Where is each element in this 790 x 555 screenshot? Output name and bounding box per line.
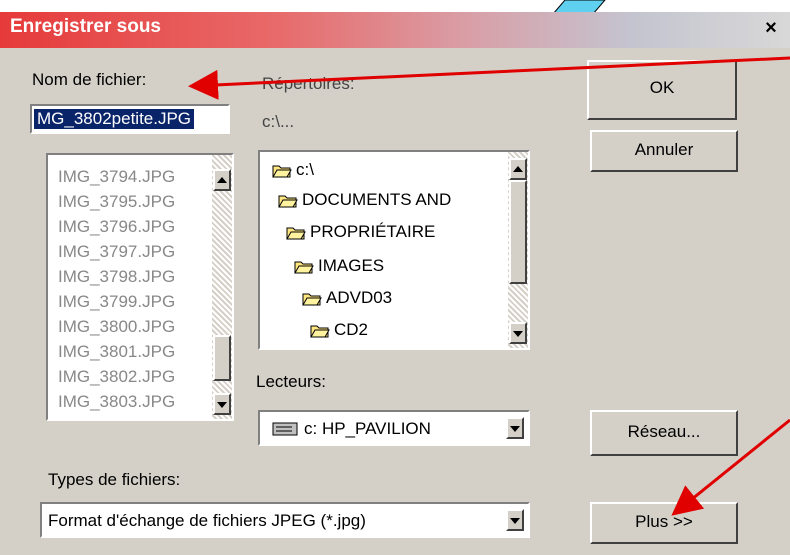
arrow-to-more-button — [671, 418, 790, 516]
arrow-to-filename — [188, 56, 790, 100]
annotation-arrows — [188, 56, 790, 516]
save-as-dialog: Enregistrer sous × Nom de fichier: MG_38… — [0, 0, 790, 555]
